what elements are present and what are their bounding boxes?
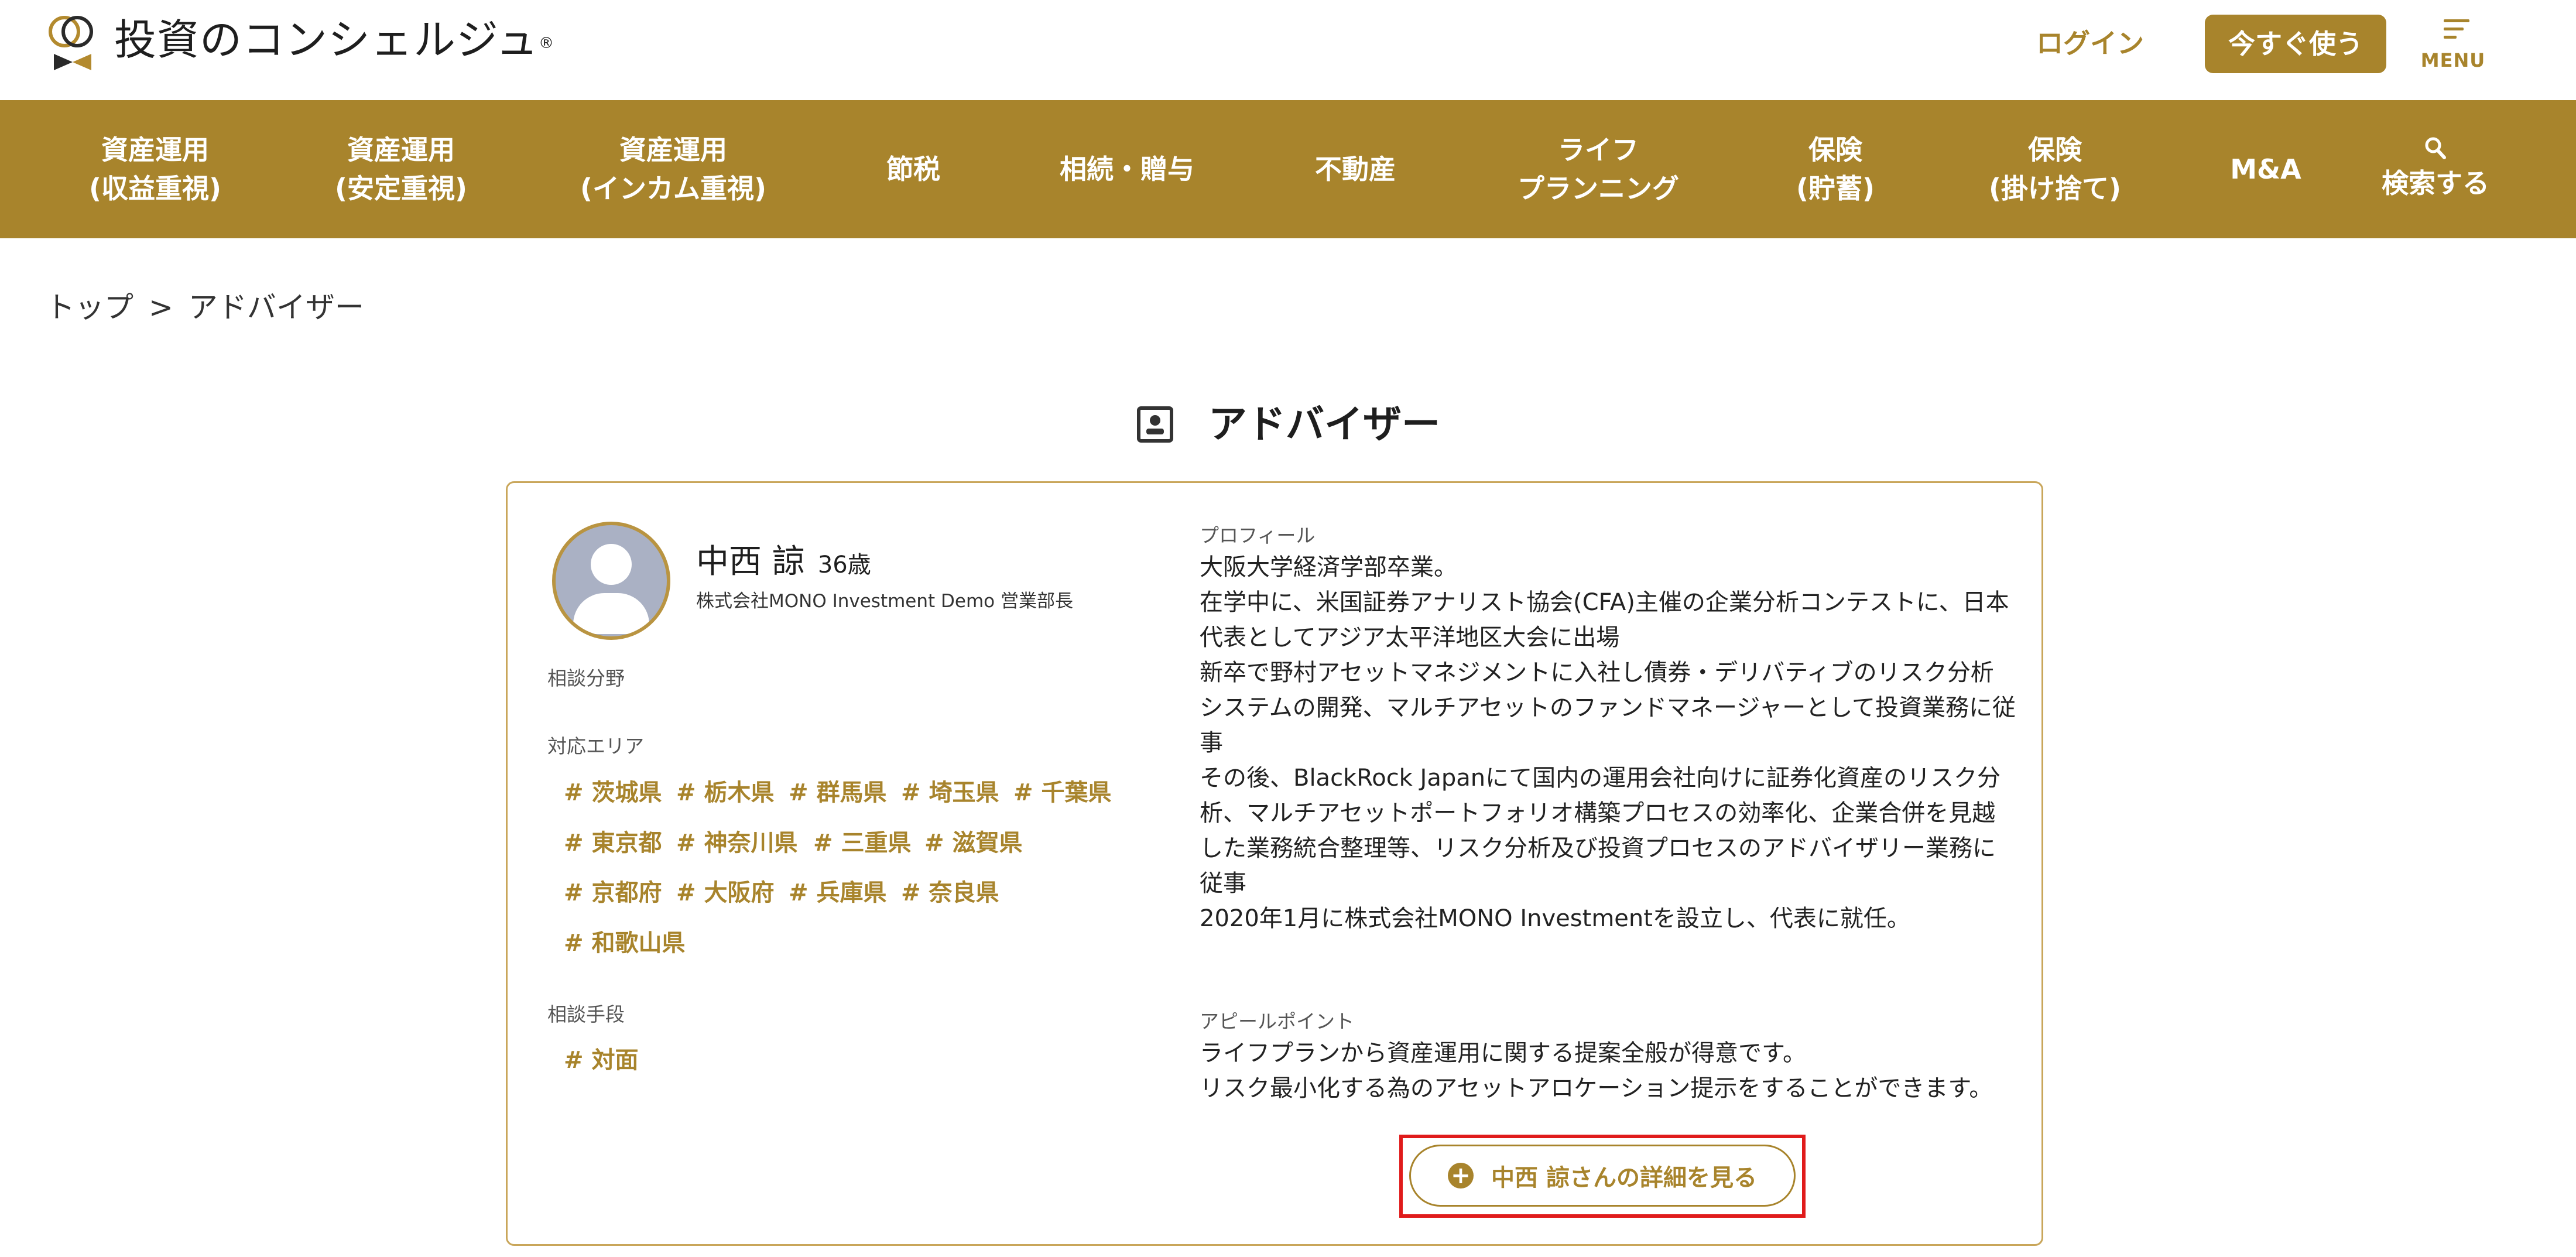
nav-item-line: 不動産	[1315, 153, 1396, 185]
area-tag[interactable]: # 東京都	[564, 827, 662, 859]
page-title-area: アドバイザー	[0, 392, 2576, 457]
appeal-label: アピールポイント	[1200, 1010, 1354, 1033]
site-header: 投資のコンシェルジュ® ログイン 今すぐ使う MENU	[0, 0, 2576, 100]
nav-item-line: 相続・贈与	[1060, 153, 1194, 185]
area-tag[interactable]: # 奈良県	[901, 876, 999, 909]
nav-item-inheritance[interactable]: 相続・贈与	[1042, 100, 1212, 238]
nav-item-asset-income[interactable]: 資産運用 (収益重視)	[70, 100, 240, 238]
nav-item-insurance-term[interactable]: 保険 (掛け捨て)	[1973, 100, 2137, 238]
breadcrumb: トップ > アドバイザー	[46, 287, 364, 328]
profile-line: 2020年1月に株式会社MONO Investmentを設立し、代表に就任。	[1200, 905, 1910, 932]
registered-mark: ®	[538, 35, 554, 52]
nav-item-line: 資産運用	[619, 134, 727, 166]
nav-item-line: (掛け捨て)	[1988, 173, 2122, 204]
nav-item-ma[interactable]: M&A	[2207, 100, 2324, 238]
nav-item-line: 節税	[886, 153, 940, 185]
search-icon	[2425, 137, 2446, 159]
view-advisor-detail-button[interactable]: + 中西 諒さんの詳細を見る	[1409, 1145, 1796, 1207]
nav-item-asset-income-gain[interactable]: 資産運用 (インカム重視)	[568, 100, 779, 238]
breadcrumb-current: アドバイザー	[188, 290, 364, 324]
appeal-line: ライフプランから資産運用に関する提案全般が得意です。	[1200, 1040, 1806, 1067]
method-tag[interactable]: # 対面	[564, 1044, 638, 1077]
profile-text: 大阪大学経済学部卒業。 在学中に、米国証券アナリスト協会(CFA)主催の企業分析…	[1200, 550, 2016, 936]
page-title: アドバイザー	[1208, 402, 1440, 447]
login-link[interactable]: ログイン	[2014, 26, 2166, 61]
area-tag[interactable]: # 滋賀県	[924, 827, 1022, 859]
detail-button-label: 中西 諒さんの詳細を見る	[1491, 1164, 1757, 1191]
profile-line: その後、BlackRock Japanにて国内の運用会社向けに証券化資産のリスク…	[1200, 765, 2001, 792]
plus-circle-icon: +	[1448, 1163, 1474, 1189]
logo-label[interactable]: 投資のコンシェルジュ	[114, 15, 539, 64]
appeal-text: ライフプランから資産運用に関する提案全般が得意です。 リスク最小化する為のアセッ…	[1200, 1036, 1996, 1106]
nav-item-line: ライフ	[1558, 134, 1639, 166]
profile-line: 新卒で野村アセットマネジメントに入社し債券・デリバティブのリスク分析	[1200, 659, 1994, 686]
area-tag[interactable]: # 千葉県	[1013, 776, 1111, 809]
logo-text[interactable]: 投資のコンシェルジュ®	[114, 11, 554, 69]
profile-line: 大阪大学経済学部卒業。	[1200, 554, 1457, 581]
category-nav: 資産運用 (収益重視) 資産運用 (安定重視) 資産運用 (インカム重視) 節税…	[0, 100, 2576, 238]
area-tag[interactable]: # 京都府	[564, 876, 662, 909]
nav-item-line: 検索する	[2382, 167, 2489, 199]
area-tag[interactable]: # 三重県	[813, 827, 911, 859]
advisor-age: 36歳	[817, 552, 871, 578]
nav-item-line: (安定重視)	[334, 173, 468, 204]
area-tag[interactable]: # 栃木県	[676, 776, 774, 809]
nav-item-life-planning[interactable]: ライフ プランニング	[1499, 100, 1698, 238]
menu-button[interactable]: MENU	[2418, 16, 2488, 81]
advisor-name-row: 中西 諒 36歳	[696, 542, 871, 585]
profile-line: した業務統合整理等、リスク分析及び投資プロセスのアドバイザリー業務に	[1200, 835, 1996, 862]
nav-item-asset-stable[interactable]: 資産運用 (安定重視)	[316, 100, 486, 238]
nav-item-line: プランニング	[1517, 173, 1679, 204]
nav-item-line: (貯蓄)	[1796, 173, 1875, 204]
area-tag[interactable]: # 埼玉県	[901, 776, 999, 809]
profile-line: 事	[1200, 729, 1223, 756]
nav-item-line: (インカム重視)	[580, 173, 767, 204]
person-card-icon	[1137, 406, 1173, 443]
menu-label: MENU	[2420, 49, 2486, 71]
nav-item-insurance-savings[interactable]: 保険 (貯蓄)	[1768, 100, 1903, 238]
menu-icon	[2444, 19, 2469, 40]
nav-item-line: 資産運用	[347, 134, 455, 166]
profile-line: システムの開発、マルチアセットのファンドマネージャーとして投資業務に従	[1200, 694, 2016, 721]
nav-item-line: 保険	[1808, 134, 1862, 166]
nav-item-line: (収益重視)	[88, 173, 222, 204]
appeal-line: リスク最小化する為のアセットアロケーション提示をすることができます。	[1200, 1075, 1993, 1102]
nav-item-real-estate[interactable]: 不動産	[1282, 100, 1429, 238]
breadcrumb-home[interactable]: トップ	[46, 290, 133, 324]
area-tag[interactable]: # 大阪府	[676, 876, 774, 909]
area-tag[interactable]: # 兵庫県	[789, 876, 886, 909]
advisor-company: 株式会社MONO Investment Demo 営業部長	[696, 591, 1073, 612]
profile-line: 在学中に、米国証券アナリスト協会(CFA)主催の企業分析コンテストに、日本	[1200, 589, 2009, 616]
advisor-card: 中西 諒 36歳 株式会社MONO Investment Demo 営業部長 相談…	[506, 481, 2043, 1246]
nav-item-tax-saving[interactable]: 節税	[855, 100, 972, 238]
profile-line: 従事	[1200, 870, 1246, 897]
profile-line: 代表としてアジア太平洋地区大会に出場	[1200, 624, 1620, 651]
breadcrumb-separator: >	[149, 290, 173, 324]
area-tag[interactable]: # 神奈川県	[676, 827, 797, 859]
advisor-name: 中西 諒	[696, 543, 805, 581]
nav-item-search[interactable]: 検索する	[2365, 100, 2506, 238]
nav-item-line: 資産運用	[101, 134, 209, 166]
consult-field-label: 相談分野	[547, 667, 625, 690]
nav-item-line: 保険	[2028, 134, 2082, 166]
nav-item-line: M&A	[2230, 153, 2301, 185]
area-tag[interactable]: # 茨城県	[564, 776, 662, 809]
avatar	[552, 522, 670, 640]
profile-line: 析、マルチアセットポートフォリオ構築プロセスの効率化、企業合併を見越	[1200, 800, 1996, 827]
profile-label: プロフィール	[1200, 524, 1316, 547]
area-tag[interactable]: # 群馬県	[789, 776, 886, 809]
method-label: 相談手段	[547, 1003, 625, 1026]
area-tag[interactable]: # 和歌山県	[564, 927, 685, 960]
area-label: 対応エリア	[547, 735, 644, 758]
logo-icon[interactable]	[46, 13, 100, 71]
start-now-button[interactable]: 今すぐ使う	[2205, 15, 2386, 73]
